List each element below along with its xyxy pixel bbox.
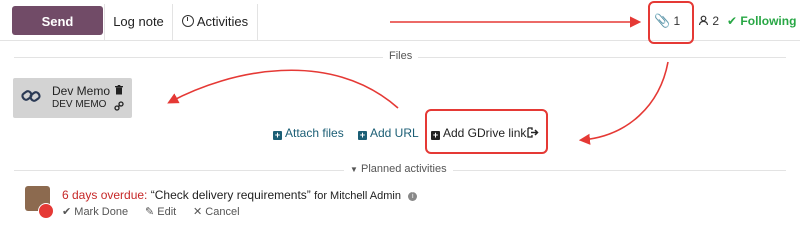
check-icon: ✔ <box>727 14 738 28</box>
followers-button[interactable]: 2 <box>698 10 719 32</box>
pencil-icon: ✎ <box>145 206 155 218</box>
files-section-title: Files <box>383 50 419 62</box>
add-gdrive-link-label: Add GDrive link <box>443 126 527 140</box>
attach-files-label: Attach files <box>285 126 344 140</box>
plus-square-icon: + <box>431 130 440 140</box>
mark-done-button[interactable]: ✔ Mark Done <box>62 205 128 218</box>
user-icon <box>698 15 709 26</box>
plus-square-icon: + <box>358 130 367 140</box>
activity-summary: “Check delivery requirements” <box>150 188 311 202</box>
file-card[interactable]: Dev Memo DEV MEMO <box>13 78 132 118</box>
activities-tab[interactable]: Activities <box>172 4 258 40</box>
add-gdrive-link-button[interactable]: + Add GDrive link <box>431 124 526 142</box>
add-url-button[interactable]: + Add URL <box>358 124 419 142</box>
planned-activities-label: Planned activities <box>360 163 447 175</box>
edit-label: Edit <box>157 206 177 218</box>
mark-done-label: Mark Done <box>74 206 129 218</box>
overdue-text: 6 days overdue: <box>62 188 148 202</box>
caret-down-icon: ▼ <box>350 165 358 174</box>
followers-count: 2 <box>712 14 720 28</box>
attachments-highlight-box <box>648 1 694 44</box>
cancel-label: Cancel <box>205 206 240 218</box>
sign-out-icon[interactable] <box>527 127 539 138</box>
add-url-label: Add URL <box>370 126 419 140</box>
info-icon[interactable]: i <box>408 192 418 201</box>
check-icon: ✔ <box>62 206 72 218</box>
activity-item: 6 days overdue: “Check delivery requirem… <box>62 188 418 202</box>
clock-icon <box>181 15 194 27</box>
following-label: Following <box>740 14 797 28</box>
close-icon: ✕ <box>193 206 203 218</box>
activities-label: Activities <box>196 14 249 29</box>
attach-files-button[interactable]: + Attach files <box>273 124 344 142</box>
cancel-button[interactable]: ✕ Cancel <box>193 205 240 218</box>
link-icon <box>21 90 41 102</box>
log-note-tab[interactable]: Log note <box>104 4 172 40</box>
arrow-to-gdrive-link <box>578 61 669 145</box>
file-name: Dev Memo <box>52 84 111 98</box>
activity-type-icon <box>38 203 54 219</box>
send-message-button[interactable]: Send message <box>12 6 103 58</box>
file-type: DEV MEMO <box>52 99 107 110</box>
plus-square-icon: + <box>273 130 282 140</box>
arrow-to-file-card <box>167 69 399 109</box>
planned-activities-title[interactable]: ▼ Planned activities <box>344 163 453 175</box>
trash-icon[interactable] <box>114 85 124 95</box>
link-small-icon[interactable] <box>114 101 124 111</box>
following-button[interactable]: ✔ Following <box>727 10 796 32</box>
edit-button[interactable]: ✎ Edit <box>145 205 176 218</box>
activity-assignee: for Mitchell Admin <box>314 190 401 202</box>
